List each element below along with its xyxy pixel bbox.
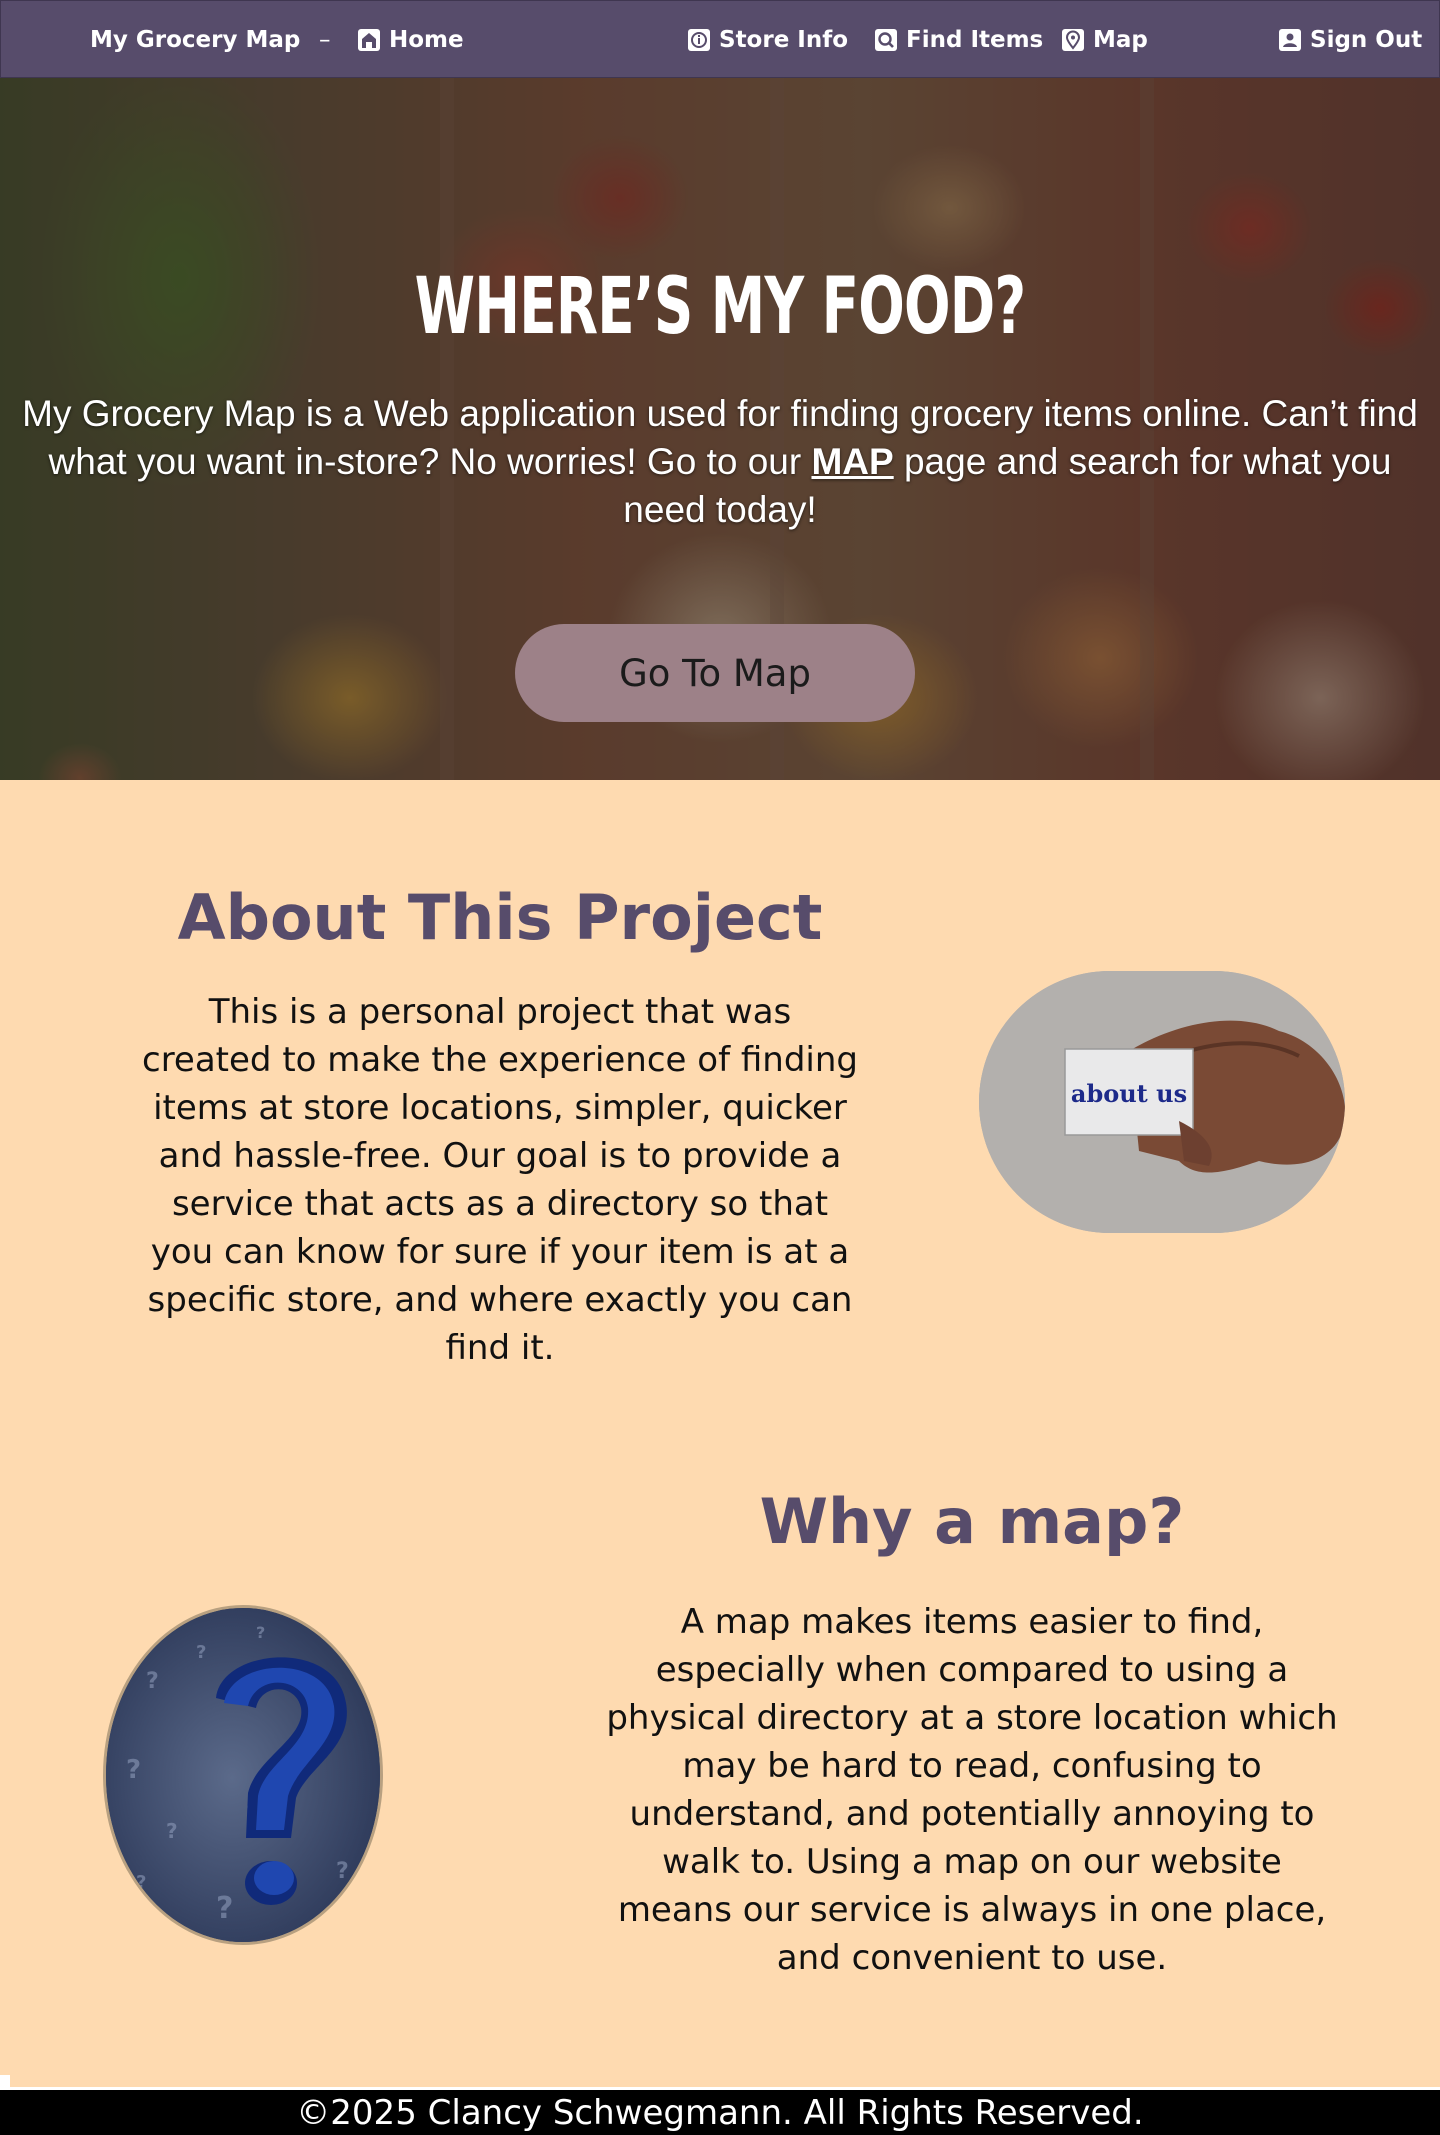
search-icon — [874, 28, 898, 52]
svg-text:?: ? — [196, 1642, 206, 1663]
hero-description: My Grocery Map is a Web application used… — [10, 390, 1430, 534]
nav-store-info[interactable]: Store Info — [687, 1, 848, 79]
svg-text:?: ? — [256, 1623, 265, 1642]
nav-home-label: Home — [389, 27, 464, 53]
nav-find-items[interactable]: Find Items — [874, 1, 1043, 79]
nav-separator: – — [319, 1, 331, 79]
svg-text:?: ? — [166, 1819, 178, 1843]
map-pin-icon — [1061, 28, 1085, 52]
question-mark-icon: ? ? ? ? ? ? ? ? ? — [106, 1608, 380, 1942]
nav-sign-out[interactable]: Sign Out — [1278, 1, 1422, 79]
why-description: A map makes items easier to find, especi… — [606, 1602, 1338, 1978]
nav-map-label: Map — [1093, 27, 1148, 53]
nav-sign-out-label: Sign Out — [1310, 27, 1423, 53]
hero-title: WHERE’S MY FOOD? — [414, 262, 1027, 352]
about-description: This is a personal project that was crea… — [142, 992, 858, 1368]
info-icon — [687, 28, 711, 52]
hand-holding-card-illustration: about us — [979, 971, 1345, 1233]
footer: ©2025 Clancy Schwegmann. All Rights Rese… — [0, 2087, 1440, 2135]
nav-map[interactable]: Map — [1061, 1, 1148, 79]
home-icon — [357, 28, 381, 52]
nav-separator-text: – — [319, 27, 331, 53]
map-link[interactable]: MAP — [811, 441, 893, 482]
svg-text:?: ? — [146, 1669, 159, 1694]
svg-text:?: ? — [336, 1859, 349, 1884]
brand-link[interactable]: My Grocery Map — [90, 1, 300, 79]
nav-find-items-label: Find Items — [906, 27, 1044, 53]
nav-store-info-label: Store Info — [719, 27, 849, 53]
user-icon — [1278, 28, 1302, 52]
hero-banner: WHERE’S MY FOOD? My Grocery Map is a Web… — [0, 78, 1440, 780]
svg-text:?: ? — [136, 1872, 146, 1893]
footer-edge — [0, 2075, 10, 2087]
about-us-card-text: about us — [1071, 1079, 1187, 1108]
go-to-map-button[interactable]: Go To Map — [515, 624, 915, 722]
question-mark-image: ? ? ? ? ? ? ? ? ? — [103, 1605, 383, 1945]
why-title: Why a map? — [759, 1485, 1185, 1558]
copyright-text: ©2025 Clancy Schwegmann. All Rights Rese… — [296, 2092, 1144, 2133]
brand-label: My Grocery Map — [90, 27, 301, 53]
about-title: About This Project — [177, 881, 823, 954]
top-navigation: My Grocery Map – Home Store Info Find It… — [0, 0, 1440, 78]
about-us-image: about us — [979, 971, 1345, 1233]
svg-text:?: ? — [126, 1755, 141, 1785]
svg-text:?: ? — [216, 1891, 233, 1926]
nav-home[interactable]: Home — [357, 1, 464, 79]
